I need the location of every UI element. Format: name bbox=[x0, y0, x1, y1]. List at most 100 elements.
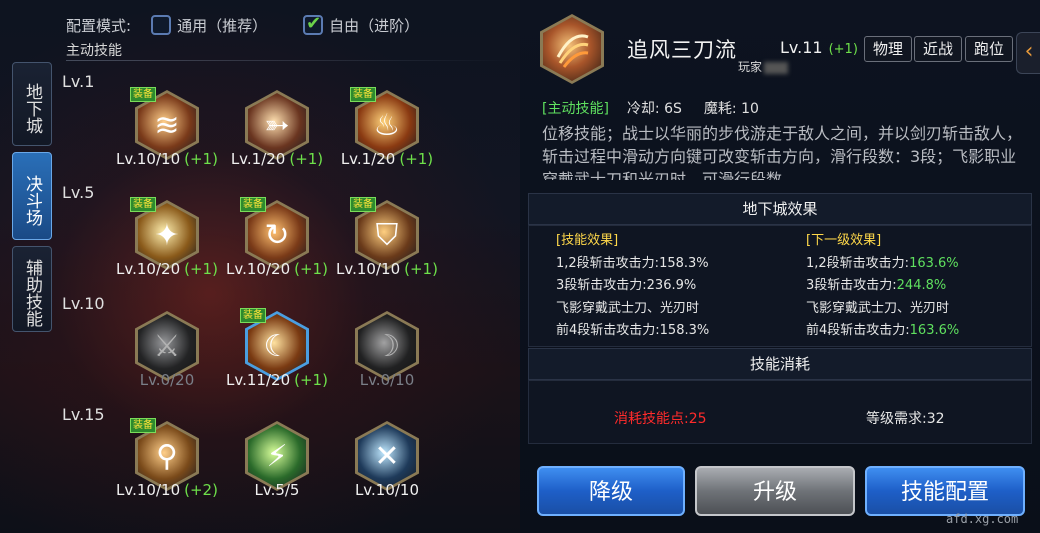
dungeon-effect-header: 地下城效果 bbox=[528, 193, 1032, 225]
skill-points-cost: 消耗技能点:25 bbox=[614, 411, 707, 427]
watermark: afd.xg.com bbox=[946, 512, 1019, 526]
current-effect-line-3: 飞影穿戴武士刀、光刃时 bbox=[556, 300, 700, 316]
equipped-badge: 装备 bbox=[350, 197, 376, 212]
skill-slot[interactable]: ☽ Lv.0/10 bbox=[332, 311, 442, 411]
flame-slash-icon: ♨ bbox=[373, 107, 401, 143]
tab-dungeon[interactable]: 地下城 bbox=[12, 62, 52, 146]
skill-slot[interactable]: ⚲ 装备 Lv.10/10 (+2) bbox=[112, 418, 222, 521]
skill-cost-panel bbox=[528, 380, 1032, 444]
skill-level-label: Lv.0/10 bbox=[359, 371, 415, 389]
config-option-free[interactable]: 自由（进阶） bbox=[303, 13, 420, 36]
config-option-general[interactable]: 通用（推荐） bbox=[151, 15, 267, 36]
level-row-label: Lv.1 bbox=[62, 72, 95, 91]
current-effect-line-4: 前4段斩击攻击力:158.3% bbox=[556, 323, 710, 338]
equipped-badge: 装备 bbox=[240, 308, 266, 323]
skill-slot[interactable]: ✕ Lv.10/10 bbox=[332, 421, 442, 521]
slash-wave-icon: ≋ bbox=[154, 107, 180, 143]
next-effect-line-3: 飞影穿戴武士刀、光刃时 bbox=[806, 300, 950, 316]
skill-level-label: Lv.1/20 (+1) bbox=[230, 150, 324, 168]
cooldown-value: 6S bbox=[664, 101, 682, 117]
section-title: 主动技能 bbox=[66, 43, 122, 59]
skill-slot[interactable]: ♨ 装备 Lv.1/20 (+1) bbox=[332, 87, 442, 190]
downgrade-button[interactable]: 降级 bbox=[537, 466, 685, 516]
shield-sword-icon: ⛉ bbox=[375, 217, 399, 253]
triple-slash-icon: ☾ bbox=[263, 328, 291, 364]
skill-level-label: Lv.10/10 (+1) bbox=[336, 260, 438, 278]
next-effect-column: [下一级效果] 1,2段斩击攻击力:163.6% 3段斩击攻击力:244.8% … bbox=[806, 230, 959, 343]
skill-description[interactable]: 位移技能；战士以华丽的步伐游走于敌人之间，并以剑刃斩击敌人，斩击过程中滑动方向键… bbox=[542, 122, 1022, 180]
upgrade-button[interactable]: 升级 bbox=[695, 466, 855, 516]
tag-physical: 物理 bbox=[864, 36, 912, 62]
equipped-badge: 装备 bbox=[240, 197, 266, 212]
skill-level-label: Lv.10/20 (+1) bbox=[226, 260, 328, 278]
cross-swords-icon: ✕ bbox=[374, 438, 400, 474]
sword-burst-icon: ✦ bbox=[154, 217, 180, 253]
skill-description-box: [主动技能] 冷却: 6S 魔耗: 10 位移技能；战士以华丽的步伐游走于敌人之间，… bbox=[530, 92, 1030, 187]
whirl-blade-icon: ↻ bbox=[264, 217, 290, 253]
green-blade-icon: ⚡ bbox=[266, 438, 288, 474]
triple-slash-icon bbox=[556, 34, 589, 68]
moon-beast-icon: ☽ bbox=[373, 328, 401, 364]
level-row-label: Lv.5 bbox=[62, 183, 95, 202]
tab-arena[interactable]: 决斗场 bbox=[12, 152, 52, 240]
skill-cost-header: 技能消耗 bbox=[528, 348, 1032, 380]
next-effect-line-4: 前4段斩击攻击力:163.6% bbox=[806, 323, 960, 338]
mana-value: 10 bbox=[741, 101, 759, 117]
tab-support-skills[interactable]: 辅助技能 bbox=[12, 246, 52, 332]
config-mode-label: 配置模式: bbox=[66, 16, 132, 35]
skill-level-label: Lv.10/10 (+1) bbox=[116, 150, 218, 168]
skill-slot[interactable]: ➳ Lv.1/20 (+1) bbox=[222, 90, 332, 190]
skill-slot[interactable]: ⚡ Lv.5/5 bbox=[222, 421, 332, 521]
next-effect-line-2: 3段斩击攻击力:244.8% bbox=[806, 278, 947, 293]
skill-slot[interactable]: ⚔ Lv.0/20 bbox=[112, 311, 222, 411]
equipped-badge: 装备 bbox=[130, 197, 156, 212]
section-divider bbox=[66, 60, 516, 61]
current-effect-title: [技能效果] bbox=[556, 233, 619, 248]
checkbox-general[interactable] bbox=[151, 15, 172, 35]
equipped-badge: 装备 bbox=[130, 418, 156, 433]
skill-meta: [主动技能] 冷却: 6S 魔耗: 10 bbox=[542, 98, 1030, 118]
player-label: 玩家 bbox=[738, 60, 763, 74]
skill-name: 追风三刀流 bbox=[627, 38, 737, 62]
skill-level: Lv.11 (+1) bbox=[780, 38, 858, 57]
skill-level-label: Lv.11/20 (+1) bbox=[226, 371, 328, 389]
swordsman-icon: ⚲ bbox=[156, 438, 178, 474]
skill-slot[interactable]: ≋ 装备 Lv.10/10 (+1) bbox=[112, 87, 222, 190]
collapse-panel-button[interactable]: ‹ bbox=[1016, 32, 1040, 74]
player-name: 玩家 bbox=[738, 58, 789, 75]
skill-slot[interactable]: ↻ 装备 Lv.10/20 (+1) bbox=[222, 197, 332, 300]
tag-melee: 近战 bbox=[914, 36, 962, 62]
skill-level-label: Lv.10/10 bbox=[354, 481, 420, 499]
config-option-general-label: 通用（推荐） bbox=[177, 16, 268, 35]
level-requirement: 等级需求:32 bbox=[866, 411, 945, 427]
skill-slot[interactable]: ✦ 装备 Lv.10/20 (+1) bbox=[112, 197, 222, 300]
current-effect-column: [技能效果] 1,2段斩击攻击力:158.3% 3段斩击攻击力:236.9% 飞… bbox=[556, 230, 709, 343]
next-effect-line-1: 1,2段斩击攻击力:163.6% bbox=[806, 255, 959, 271]
skill-slot[interactable]: ⛉ 装备 Lv.10/10 (+1) bbox=[332, 197, 442, 300]
skill-slot[interactable]: ☾ 装备 Lv.11/20 (+1) bbox=[222, 308, 332, 411]
skill-level-label: Lv.5/5 bbox=[254, 481, 300, 499]
config-mode-bar: 配置模式: 通用（推荐） 自由（进阶） bbox=[66, 12, 455, 38]
skill-level-label: Lv.10/10 (+2) bbox=[116, 481, 218, 499]
skill-level-plus: (+1) bbox=[828, 42, 858, 57]
equipped-badge: 装备 bbox=[130, 87, 156, 102]
tag-mobility: 跑位 bbox=[965, 36, 1013, 62]
skill-level-value: Lv.11 bbox=[780, 38, 823, 57]
config-option-free-label: 自由（进阶） bbox=[329, 16, 420, 35]
skill-level-label: Lv.0/20 bbox=[139, 371, 195, 389]
skill-level-label: Lv.10/20 (+1) bbox=[116, 260, 218, 278]
mana-label: 魔耗: bbox=[703, 101, 737, 117]
skill-level-label: Lv.1/20 (+1) bbox=[340, 150, 434, 168]
storm-blade-icon: ⚔ bbox=[153, 328, 181, 364]
current-effect-line-1: 1,2段斩击攻击力:158.3% bbox=[556, 255, 709, 271]
next-effect-title: [下一级效果] bbox=[806, 233, 882, 248]
level-row-label: Lv.15 bbox=[62, 405, 105, 424]
dash-strike-icon: ➳ bbox=[264, 107, 290, 143]
skill-type: [主动技能] bbox=[542, 101, 609, 117]
player-name-redacted bbox=[764, 61, 789, 74]
cooldown-label: 冷却: bbox=[626, 101, 660, 117]
current-effect-line-2: 3段斩击攻击力:236.9% bbox=[556, 278, 697, 293]
checkbox-free[interactable] bbox=[303, 13, 324, 35]
level-row-label: Lv.10 bbox=[62, 294, 105, 313]
skill-config-button[interactable]: 技能配置 bbox=[865, 466, 1025, 516]
